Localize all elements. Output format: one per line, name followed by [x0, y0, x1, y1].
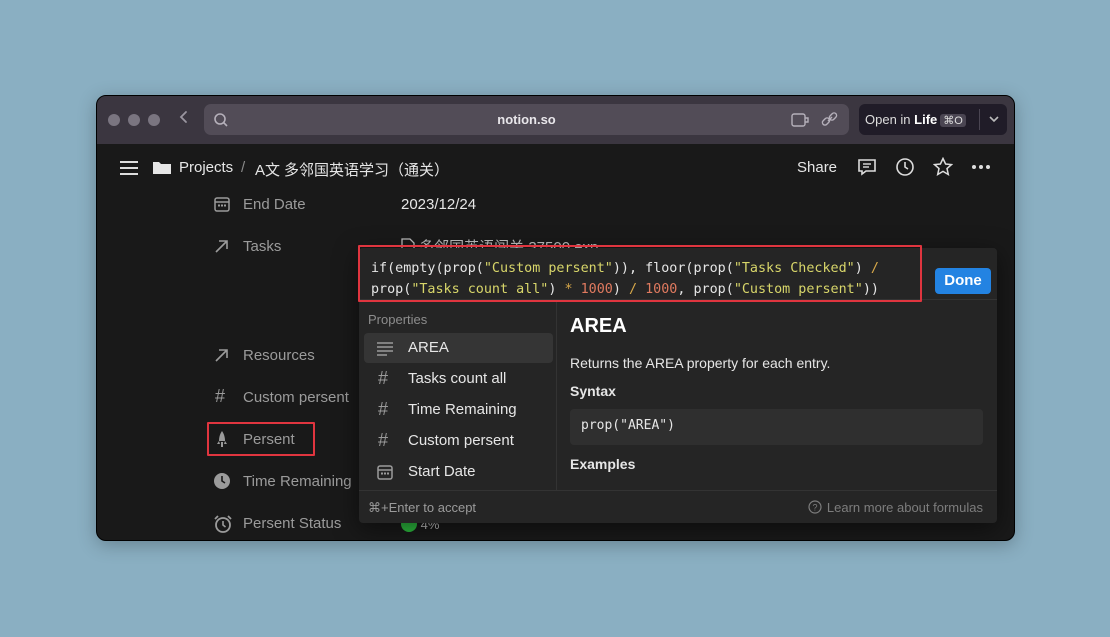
syntax-heading: Syntax: [570, 383, 616, 399]
calendar-icon: [213, 195, 231, 213]
end-date-value[interactable]: 2023/12/24: [401, 196, 476, 213]
accept-hint: ⌘+Enter to accept: [368, 500, 477, 515]
maximize-window-button[interactable]: [148, 114, 160, 126]
clock-icon: [213, 472, 231, 490]
title-bar: notion.so Open in Life ⌘O: [97, 96, 1014, 144]
property-label: Persent Status: [243, 515, 342, 532]
list-item-label: Tasks count all: [408, 370, 507, 387]
more-options-icon[interactable]: [971, 157, 991, 182]
star-icon[interactable]: [932, 156, 954, 182]
svg-text:?: ?: [812, 503, 817, 513]
highlight-persent: [207, 422, 315, 456]
property-label: Time Remaining: [243, 473, 352, 490]
popup-footer: ⌘+Enter to accept ? Learn more about form…: [359, 490, 997, 523]
breadcrumb-projects[interactable]: Projects: [179, 159, 233, 176]
list-item-label: Start Date: [408, 463, 476, 480]
arrow-relation-icon: [213, 346, 231, 364]
number-icon: #: [215, 386, 226, 406]
help-icon: ?: [808, 500, 822, 514]
close-window-button[interactable]: [108, 114, 120, 126]
property-label: Resources: [243, 347, 315, 364]
open-in-app-button[interactable]: Open in Life ⌘O: [859, 104, 1007, 135]
calendar-icon: [376, 463, 394, 485]
property-label: End Date: [243, 196, 306, 213]
learn-more-link[interactable]: ? Learn more about formulas: [808, 500, 983, 515]
arrow-relation-icon: [213, 237, 231, 255]
page-header: Projects / A文 多邻国英语学习（通关） Share: [97, 144, 1014, 190]
property-label: Custom persent: [243, 389, 349, 406]
properties-list: Properties AREA # Tasks count all # Time…: [359, 301, 557, 490]
share-button[interactable]: Share: [797, 159, 837, 176]
list-item-time-remaining[interactable]: # Time Remaining: [364, 395, 553, 425]
url-text: notion.so: [497, 112, 556, 127]
list-item-start-date[interactable]: Start Date: [364, 457, 553, 487]
examples-heading: Examples: [570, 456, 636, 472]
number-icon: #: [378, 399, 389, 419]
open-in-app-name: Life: [914, 112, 938, 127]
link-icon[interactable]: [821, 112, 839, 133]
list-item-label: AREA: [408, 339, 449, 356]
divider: [979, 109, 980, 130]
minimize-window-button[interactable]: [128, 114, 140, 126]
address-bar[interactable]: notion.so: [204, 104, 849, 135]
page-icon: A文: [255, 162, 281, 179]
extension-icon[interactable]: [791, 112, 811, 133]
highlight-formula-input: [358, 245, 922, 302]
alarm-icon: [213, 514, 232, 533]
number-icon: #: [378, 368, 389, 388]
list-item-area[interactable]: AREA: [364, 333, 553, 363]
learn-more-text: Learn more about formulas: [826, 500, 983, 515]
shortcut-badge: ⌘O: [940, 114, 966, 127]
done-button[interactable]: Done: [935, 268, 991, 294]
syntax-code-block: prop("AREA"): [570, 409, 983, 445]
properties-heading: Properties: [368, 312, 428, 327]
list-item-tasks-count-all[interactable]: # Tasks count all: [364, 364, 553, 394]
folder-icon: [152, 159, 172, 180]
number-icon: #: [378, 430, 389, 450]
page-title[interactable]: 多邻国英语学习（通关）: [284, 159, 449, 180]
list-item-custom-persent[interactable]: # Custom persent: [364, 426, 553, 456]
menu-icon[interactable]: [119, 160, 139, 181]
chevron-down-icon[interactable]: [987, 111, 1001, 130]
property-detail-panel: AREA Returns the AREA property for each …: [558, 301, 997, 490]
property-label: Tasks: [243, 238, 282, 255]
comment-icon[interactable]: [857, 157, 877, 182]
detail-title: AREA: [570, 315, 627, 337]
breadcrumb-separator: /: [241, 159, 246, 176]
text-lines-icon: [376, 339, 394, 361]
back-icon[interactable]: [179, 109, 189, 130]
list-item-label: Time Remaining: [408, 401, 517, 418]
list-item-label: Custom persent: [408, 432, 514, 449]
detail-description: Returns the AREA property for each entry…: [570, 355, 831, 371]
open-in-label: Open in: [865, 112, 911, 127]
syntax-code: prop("AREA"): [581, 418, 675, 433]
history-icon[interactable]: [895, 157, 915, 182]
browser-window: notion.so Open in Life ⌘O Projects / A文 多…: [96, 95, 1015, 541]
